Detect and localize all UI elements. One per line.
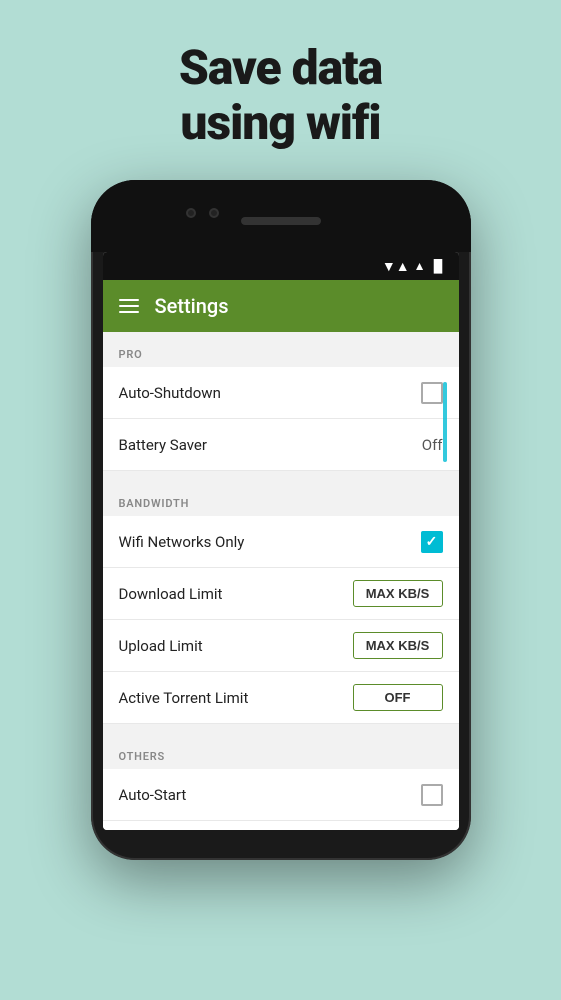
wifi-only-label: Wifi Networks Only	[119, 533, 245, 551]
active-torrent-label: Active Torrent Limit	[119, 689, 249, 707]
setting-wifi-only[interactable]: Wifi Networks Only ✓	[103, 516, 459, 568]
auto-shutdown-label: Auto-Shutdown	[119, 384, 221, 402]
app-bar: Settings	[103, 280, 459, 332]
auto-start-checkbox[interactable]	[421, 784, 443, 806]
active-torrent-button[interactable]: OFF	[353, 684, 443, 711]
setting-auto-shutdown[interactable]: Auto-Shutdown	[103, 367, 459, 419]
upload-limit-label: Upload Limit	[119, 637, 203, 655]
download-limit-button[interactable]: MAX KB/S	[353, 580, 443, 607]
wifi-only-checkbox[interactable]: ✓	[421, 531, 443, 553]
scroll-indicator	[443, 382, 447, 462]
battery-icon: ▐▌	[429, 259, 446, 273]
signal-icon: ▲	[414, 259, 426, 273]
hamburger-line-1	[119, 299, 139, 301]
auto-shutdown-checkbox[interactable]	[421, 382, 443, 404]
download-limit-label: Download Limit	[119, 585, 223, 603]
phone-camera-left	[186, 208, 196, 218]
phone-camera-right	[209, 208, 219, 218]
phone-mockup: ▼▲ ▲ ▐▌ Settings PRO Auto-Shutdown	[91, 180, 471, 860]
section-header-others: OTHERS	[103, 734, 459, 769]
divider-1	[103, 471, 459, 481]
divider-2	[103, 724, 459, 734]
setting-battery-saver[interactable]: Battery Saver Off	[103, 419, 459, 471]
app-bar-title: Settings	[155, 294, 229, 318]
battery-saver-value: Off	[422, 436, 443, 454]
battery-saver-label: Battery Saver	[119, 436, 207, 454]
auto-start-label: Auto-Start	[119, 786, 187, 804]
phone-top-bar	[91, 180, 471, 252]
settings-content[interactable]: PRO Auto-Shutdown Battery Saver Off BAND…	[103, 332, 459, 830]
setting-auto-start[interactable]: Auto-Start	[103, 769, 459, 821]
section-header-pro: PRO	[103, 332, 459, 367]
setting-active-torrent-limit[interactable]: Active Torrent Limit OFF	[103, 672, 459, 724]
wifi-icon: ▼▲	[382, 258, 410, 275]
phone-screen: ▼▲ ▲ ▐▌ Settings PRO Auto-Shutdown	[103, 252, 459, 830]
hamburger-button[interactable]	[119, 299, 139, 313]
phone-shell: ▼▲ ▲ ▐▌ Settings PRO Auto-Shutdown	[91, 180, 471, 860]
hero-title: Save data using wifi	[179, 40, 382, 150]
hamburger-line-2	[119, 305, 139, 307]
setting-download-limit[interactable]: Download Limit MAX KB/S	[103, 568, 459, 620]
upload-limit-button[interactable]: MAX KB/S	[353, 632, 443, 659]
status-bar: ▼▲ ▲ ▐▌	[103, 252, 459, 280]
setting-upload-limit[interactable]: Upload Limit MAX KB/S	[103, 620, 459, 672]
hero-section: Save data using wifi	[179, 40, 382, 150]
hamburger-line-3	[119, 311, 139, 313]
phone-speaker	[241, 217, 321, 225]
section-header-bandwidth: BANDWIDTH	[103, 481, 459, 516]
setting-download-folder[interactable]: Default Download Folder CHANGE	[103, 821, 459, 830]
